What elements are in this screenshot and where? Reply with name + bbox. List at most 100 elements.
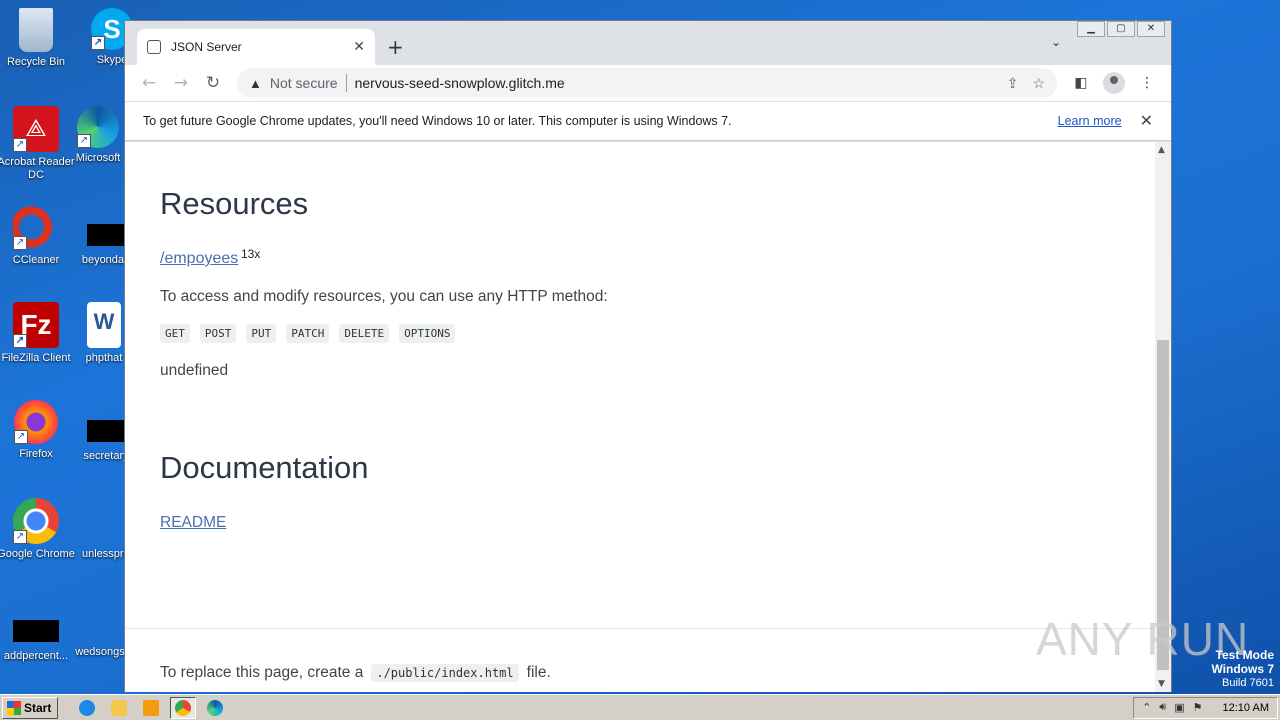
- scroll-up-icon[interactable]: ▲: [1158, 145, 1165, 155]
- resource-link[interactable]: /empoyees: [160, 250, 238, 268]
- reload-icon[interactable]: ↻: [197, 73, 229, 93]
- tab-search-button[interactable]: ⌄: [1051, 35, 1061, 49]
- shortcut-arrow-icon: ↗: [91, 36, 105, 50]
- chrome-icon: ↗: [13, 498, 59, 544]
- documentation-heading: Documentation: [160, 450, 369, 485]
- forward-icon[interactable]: →: [165, 73, 197, 93]
- browser-toolbar: ← → ↻ ▲ Not secure nervous-seed-snowplow…: [125, 65, 1171, 101]
- word-document-icon: W: [87, 302, 121, 348]
- resource-count: 13x: [241, 247, 261, 261]
- taskbar-chrome[interactable]: [170, 696, 197, 719]
- close-window-button[interactable]: ✕: [1137, 21, 1165, 37]
- desktop-icon-label: CCleaner: [12, 254, 60, 266]
- method-badge: PATCH: [286, 324, 330, 343]
- ccleaner-icon: ↗: [13, 204, 59, 250]
- learn-more-link[interactable]: Learn more: [1058, 114, 1122, 128]
- new-tab-button[interactable]: +: [387, 35, 404, 59]
- bookmark-star-icon[interactable]: ☆: [1032, 75, 1045, 92]
- shortcut-arrow-icon: ↗: [77, 134, 91, 148]
- scroll-down-icon[interactable]: ▼: [1158, 679, 1165, 689]
- divider: [345, 74, 347, 92]
- tab-title: JSON Server: [171, 40, 242, 54]
- warning-icon[interactable]: ▲: [249, 76, 262, 91]
- method-badge: POST: [199, 324, 237, 343]
- window-controls: ▁ ▢ ✕: [1075, 21, 1165, 37]
- undefined-text: undefined: [160, 362, 229, 379]
- media-player-icon: [143, 699, 160, 716]
- show-hidden-icons-icon[interactable]: ⌃: [1142, 701, 1151, 714]
- acrobat-icon: ⟁ ↗: [13, 106, 59, 152]
- network-icon[interactable]: ▣: [1174, 701, 1184, 714]
- update-infobar: To get future Google Chrome updates, you…: [125, 101, 1171, 141]
- firefox-icon: ↗: [14, 400, 58, 444]
- internet-explorer-icon: [79, 699, 96, 716]
- desktop-icon-ccleaner[interactable]: ↗ CCleaner: [0, 204, 76, 267]
- windows-logo-icon: [7, 700, 21, 715]
- test-mode-notice: Test Mode Windows 7 Build 7601: [1211, 648, 1274, 690]
- access-text: To access and modify resources, you can …: [160, 288, 608, 305]
- security-label[interactable]: Not secure: [270, 75, 338, 91]
- infobar-close-button[interactable]: ✕: [1140, 111, 1153, 131]
- minimize-button[interactable]: ▁: [1077, 21, 1105, 37]
- footer: To replace this page, create a ./public/…: [160, 664, 551, 682]
- test-mode-line: Test Mode: [1215, 648, 1274, 662]
- resources-heading: Resources: [160, 186, 309, 221]
- shortcut-arrow-icon: ↗: [13, 530, 27, 544]
- side-panel-icon[interactable]: ◧: [1065, 75, 1097, 91]
- url-text[interactable]: nervous-seed-snowplow.glitch.me: [355, 75, 993, 91]
- page-viewport: Resources /empoyees 13x To access and mo…: [125, 142, 1155, 692]
- build-line: Build 7601: [1222, 677, 1274, 689]
- infobar-message: To get future Google Chrome updates, you…: [143, 114, 732, 128]
- taskbar-media-player[interactable]: [138, 697, 164, 719]
- http-methods: GET POST PUT PATCH DELETE OPTIONS: [160, 324, 465, 343]
- start-button[interactable]: Start: [2, 696, 59, 719]
- system-tray: ⌃ 🔊︎ ▣ ⚑ 12:10 AM: [1133, 696, 1278, 719]
- chrome-window: JSON Server ✕ + ⌄ ▁ ▢ ✕ ← → ↻ ▲ Not secu…: [124, 20, 1172, 692]
- taskbar-explorer[interactable]: [106, 697, 132, 719]
- chrome-icon: [175, 699, 192, 716]
- action-center-flag-icon[interactable]: ⚑: [1193, 701, 1203, 714]
- filezilla-icon: Fz ↗: [13, 302, 59, 348]
- desktop-icon-recycle-bin[interactable]: Recycle Bin: [0, 8, 76, 69]
- method-badge: DELETE: [339, 324, 390, 343]
- tab-strip: JSON Server ✕ + ⌄ ▁ ▢ ✕: [125, 21, 1171, 65]
- shortcut-arrow-icon: ↗: [13, 138, 27, 152]
- shortcut-arrow-icon: ↗: [13, 236, 27, 250]
- edge-icon: [207, 699, 224, 716]
- share-icon[interactable]: ⇪: [1007, 75, 1019, 92]
- file-thumbnail-icon: [87, 420, 125, 442]
- footer-divider: [125, 628, 1155, 629]
- tab-json-server[interactable]: JSON Server ✕: [137, 29, 375, 65]
- desktop-icon-firefox[interactable]: ↗ Firefox: [0, 400, 76, 461]
- taskbar-edge[interactable]: [202, 697, 228, 719]
- footer-prefix: To replace this page, create a: [160, 664, 364, 681]
- maximize-button[interactable]: ▢: [1107, 21, 1135, 37]
- volume-icon[interactable]: 🔊︎: [1159, 701, 1166, 714]
- method-badge: GET: [160, 324, 190, 343]
- footer-code: ./public/index.html: [371, 664, 519, 682]
- taskbar: Start ⌃ 🔊︎ ▣ ⚑ 12:10 AM: [0, 694, 1280, 720]
- file-thumbnail-icon: [13, 620, 59, 642]
- desktop-icon-label: Recycle Bin: [6, 56, 66, 68]
- footer-suffix: file.: [526, 664, 551, 681]
- windows-version-line: Windows 7: [1211, 662, 1274, 676]
- clock[interactable]: 12:10 AM: [1223, 702, 1269, 714]
- profile-avatar-icon[interactable]: [1103, 72, 1125, 94]
- start-label: Start: [24, 700, 52, 715]
- edge-icon: ↗: [77, 106, 119, 148]
- shortcut-arrow-icon: ↗: [13, 334, 27, 348]
- tab-close-button[interactable]: ✕: [353, 39, 365, 55]
- readme-link[interactable]: README: [160, 514, 226, 532]
- page-scrollbar[interactable]: ▲ ▼: [1155, 142, 1171, 692]
- file-thumbnail-icon: [87, 224, 125, 246]
- address-bar[interactable]: ▲ Not secure nervous-seed-snowplow.glitc…: [237, 68, 1057, 98]
- method-badge: OPTIONS: [399, 324, 456, 343]
- recycle-bin-icon: [19, 8, 53, 52]
- shortcut-arrow-icon: ↗: [14, 430, 28, 444]
- folder-icon: [111, 699, 128, 716]
- more-menu-icon[interactable]: ⋮: [1131, 75, 1163, 91]
- desktop-icon-label: Firefox: [19, 448, 53, 460]
- taskbar-ie[interactable]: [74, 697, 100, 719]
- method-badge: PUT: [246, 324, 277, 343]
- back-icon[interactable]: ←: [133, 73, 165, 93]
